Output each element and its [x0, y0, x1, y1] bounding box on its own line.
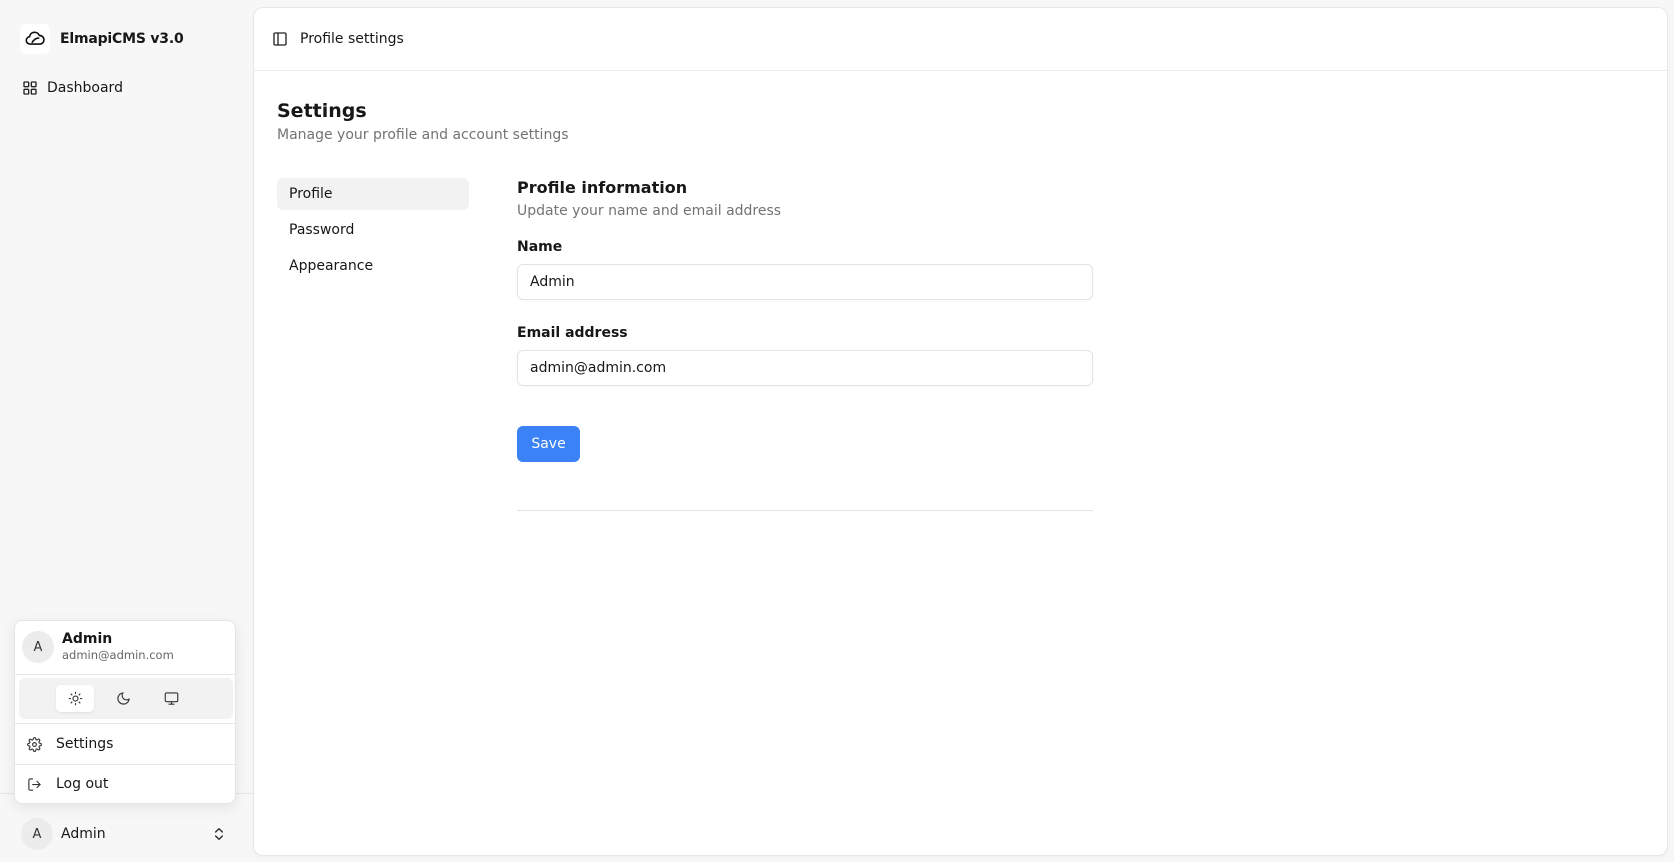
- theme-system-button[interactable]: [152, 685, 190, 712]
- avatar: A: [22, 631, 54, 663]
- user-menu-trigger[interactable]: A Admin: [16, 814, 237, 854]
- theme-light-button[interactable]: [56, 685, 94, 712]
- chevrons-up-down-icon: [211, 826, 227, 842]
- monitor-icon: [164, 691, 179, 706]
- menu-item-logout[interactable]: Log out: [19, 767, 233, 801]
- email-label: Email address: [517, 325, 628, 341]
- tab-password[interactable]: Password: [277, 214, 469, 246]
- name-label: Name: [517, 239, 563, 255]
- log-out-icon: [27, 777, 42, 792]
- section-subtitle: Update your name and email address: [517, 203, 782, 219]
- menu-separator: [15, 723, 235, 724]
- page-title: Settings: [277, 100, 367, 122]
- app-name: ElmapiCMS v3.0: [60, 31, 184, 47]
- theme-switcher: [19, 678, 233, 719]
- section-divider: [517, 510, 1093, 511]
- email-field[interactable]: [517, 350, 1093, 386]
- page-subtitle: Manage your profile and account settings: [277, 127, 569, 143]
- tab-appearance[interactable]: Appearance: [277, 250, 469, 282]
- dropdown-user-email: admin@admin.com: [62, 648, 174, 662]
- sidebar-toggle-icon[interactable]: [272, 31, 288, 47]
- sun-icon: [68, 691, 83, 706]
- gear-icon: [27, 736, 42, 752]
- sidebar-item-dashboard[interactable]: Dashboard: [16, 72, 237, 104]
- tab-profile[interactable]: Profile: [277, 178, 469, 210]
- dropdown-user-info: A Admin admin@admin.com: [22, 631, 174, 663]
- user-name: Admin: [61, 826, 106, 842]
- breadcrumb: Profile settings: [300, 31, 404, 47]
- cloud-logo-icon: [20, 24, 50, 54]
- menu-item-settings[interactable]: Settings: [19, 727, 233, 761]
- dropdown-user-name: Admin: [62, 631, 113, 647]
- user-dropdown-menu: A Admin admin@admin.com Settings Log out: [14, 620, 236, 804]
- layout-grid-icon: [22, 80, 38, 96]
- menu-separator: [15, 764, 235, 765]
- main-panel: Profile settings Settings Manage your pr…: [253, 7, 1668, 856]
- brand[interactable]: ElmapiCMS v3.0: [20, 24, 184, 54]
- menu-item-label: Log out: [56, 776, 109, 792]
- moon-icon: [116, 691, 131, 706]
- name-field[interactable]: [517, 264, 1093, 300]
- sidebar-item-label: Dashboard: [47, 80, 123, 96]
- theme-dark-button[interactable]: [104, 685, 142, 712]
- avatar: A: [21, 818, 53, 850]
- menu-item-label: Settings: [56, 736, 114, 752]
- topbar: Profile settings: [254, 8, 1667, 71]
- section-title: Profile information: [517, 178, 688, 197]
- save-button[interactable]: Save: [517, 426, 580, 462]
- menu-separator: [15, 674, 235, 675]
- profile-information-section: Profile information Update your name and…: [517, 178, 1093, 511]
- settings-nav: Profile Password Appearance: [277, 178, 469, 286]
